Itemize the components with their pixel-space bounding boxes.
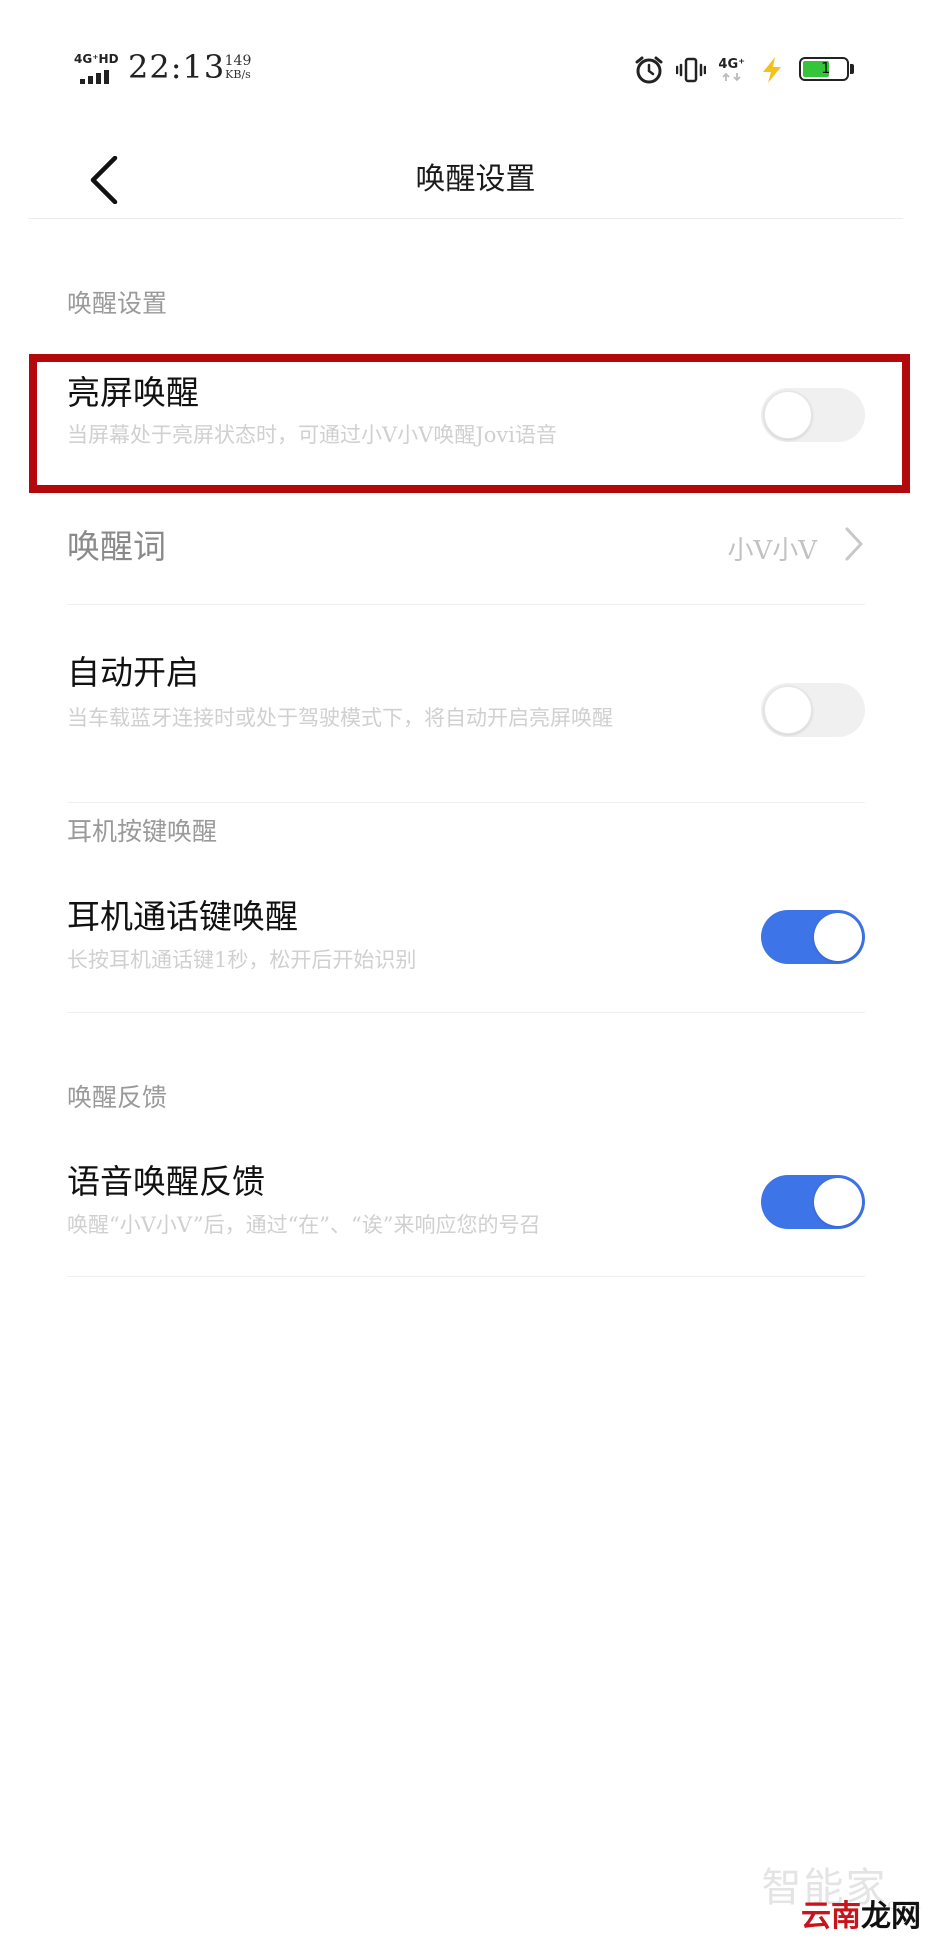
row-divider: [67, 1012, 865, 1013]
setting-description: 唤醒“小V小V”后，通过“在”、“诶”来响应您的号召: [67, 1213, 541, 1237]
headset-call-key-toggle[interactable]: [761, 910, 865, 964]
setting-description: 当车载蓝牙连接时或处于驾驶模式下，将自动开启亮屏唤醒: [67, 706, 613, 730]
setting-title: 唤醒词: [67, 527, 166, 566]
network-speed-unit: KB/s: [225, 68, 251, 81]
row-divider: [67, 1276, 865, 1277]
toggle-knob: [814, 1178, 862, 1226]
setting-description: 长按耳机通话键1秒，松开后开始识别: [67, 948, 417, 972]
toggle-knob: [764, 391, 812, 439]
header-divider: [28, 218, 903, 219]
setting-title: 语音唤醒反馈: [67, 1162, 265, 1201]
toggle-knob: [814, 913, 862, 961]
battery-icon: 1: [799, 57, 855, 83]
section-header-wake-settings: 唤醒设置: [67, 289, 168, 318]
setting-title: 耳机通话键唤醒: [67, 897, 298, 936]
wake-word-value: 小V小V: [727, 536, 817, 566]
watermark-part1: 云南: [801, 1899, 861, 1934]
screen-on-wake-toggle[interactable]: [761, 388, 865, 442]
section-header-headset-wake: 耳机按键唤醒: [67, 817, 218, 846]
vibrate-icon: [676, 57, 707, 83]
row-divider: [67, 802, 865, 803]
status-bar: 4G⁺HD 22:13 149 KB/s 4G⁺ 1: [0, 0, 951, 140]
watermark-part2: 龙网: [861, 1899, 921, 1934]
voice-feedback-toggle[interactable]: [761, 1175, 865, 1229]
network-label: 4G⁺HD: [74, 52, 119, 66]
setting-row-screen-on-wake: 亮屏唤醒 当屏幕处于亮屏状态时，可通过小V小V唤醒Jovi语音: [67, 366, 865, 466]
battery-level: 1: [821, 59, 831, 77]
alarm-icon: [635, 56, 663, 84]
section-header-wake-feedback: 唤醒反馈: [67, 1083, 168, 1112]
setting-row-voice-feedback: 语音唤醒反馈 唤醒“小V小V”后，通过“在”、“诶”来响应您的号召: [67, 1155, 865, 1255]
setting-description: 当屏幕处于亮屏状态时，可通过小V小V唤醒Jovi语音: [67, 423, 557, 447]
data-arrows-icon: [722, 72, 741, 82]
setting-title: 自动开启: [67, 653, 199, 692]
setting-row-auto-enable: 自动开启 当车载蓝牙连接时或处于驾驶模式下，将自动开启亮屏唤醒: [67, 646, 865, 756]
page-title: 唤醒设置: [415, 162, 536, 197]
toggle-knob: [764, 686, 812, 734]
setting-row-headset-call-key: 耳机通话键唤醒 长按耳机通话键1秒，松开后开始识别: [67, 890, 865, 990]
signal-bars-icon: [80, 70, 109, 84]
network-speed-value: 149: [224, 53, 252, 69]
auto-enable-toggle[interactable]: [761, 683, 865, 737]
clock: 22:13: [128, 48, 226, 86]
setting-title: 亮屏唤醒: [67, 373, 199, 412]
setting-row-wake-word[interactable]: 唤醒词 小V小V: [67, 520, 865, 590]
chevron-right-icon: [845, 527, 863, 561]
app-header: 唤醒设置: [0, 140, 951, 220]
status-icons: 4G⁺ 1: [634, 50, 855, 90]
network-4g-label: 4G⁺: [718, 57, 745, 72]
charging-icon: [763, 57, 781, 83]
network-4g-icon: 4G⁺: [718, 58, 745, 82]
row-divider: [67, 604, 865, 605]
signal-icon: 4G⁺HD: [74, 52, 122, 86]
watermark-logo: 云南龙网: [801, 1891, 921, 1935]
network-speed: 149 KB/s: [218, 54, 258, 82]
